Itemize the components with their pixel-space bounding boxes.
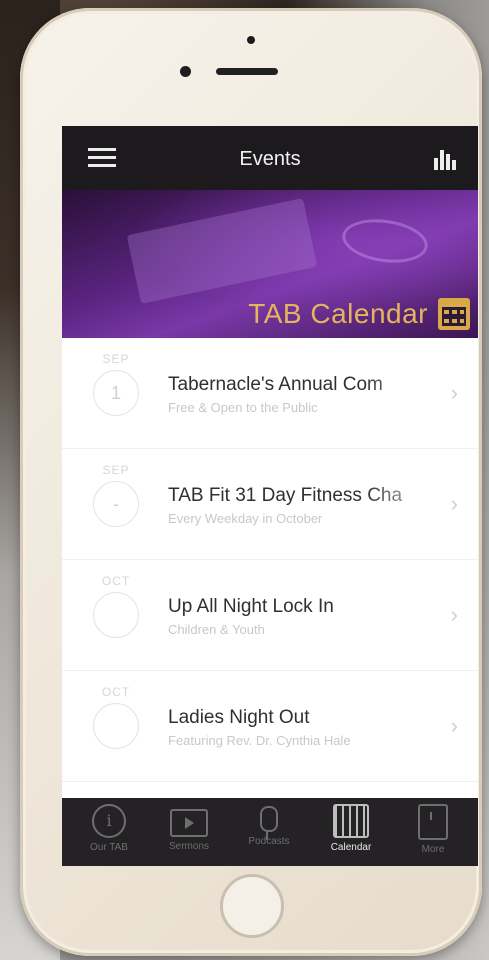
- chevron-right-icon: ›: [450, 713, 458, 738]
- banner-title: TAB Calendar: [248, 298, 428, 329]
- tab-podcasts[interactable]: Podcasts: [230, 804, 308, 864]
- tab-sermons[interactable]: Sermons: [150, 804, 228, 864]
- header-banner: TAB Calendar: [62, 190, 478, 338]
- event-month: SEP: [102, 463, 130, 477]
- microphone-icon: [260, 806, 278, 840]
- event-date: OCT: [84, 574, 148, 644]
- event-month: SEP: [102, 352, 130, 366]
- tab-label: Podcasts: [248, 836, 290, 847]
- event-title: Ladies Night Out: [168, 707, 310, 728]
- event-day: -: [93, 481, 139, 527]
- earpiece-speaker: [216, 68, 278, 75]
- event-title: Tabernacle's Annual Com: [168, 374, 383, 395]
- banner-image-ring: [339, 214, 431, 268]
- tab-label: Calendar: [330, 842, 372, 853]
- video-icon: [170, 809, 208, 837]
- tab-label: More: [421, 844, 445, 855]
- event-subtitle: Children & Youth: [168, 622, 265, 637]
- home-button[interactable]: [220, 874, 284, 938]
- app-screen: Events TAB Calendar SEP 1 Tabernacle's A…: [62, 126, 478, 866]
- event-subtitle: Every Weekday in October: [168, 511, 323, 526]
- event-subtitle: Free & Open to the Public: [168, 400, 318, 415]
- event-item[interactable]: SEP 1 Tabernacle's Annual Com Free & Ope…: [62, 338, 478, 449]
- info-icon: i: [92, 804, 126, 838]
- event-item[interactable]: OCT Ladies Night Out Featuring Rev. Dr. …: [62, 671, 478, 782]
- chevron-right-icon: ›: [450, 380, 458, 405]
- tab-more[interactable]: More: [394, 804, 472, 864]
- event-day: [93, 703, 139, 749]
- event-date: SEP 1: [84, 352, 148, 422]
- event-item[interactable]: SEP - TAB Fit 31 Day Fitness Cha Every W…: [62, 449, 478, 560]
- event-month: OCT: [101, 574, 131, 588]
- chevron-right-icon: ›: [450, 602, 458, 627]
- event-date: SEP -: [84, 463, 148, 533]
- tab-label: Our TAB: [90, 842, 128, 853]
- event-title: Up All Night Lock In: [168, 596, 334, 617]
- event-item[interactable]: OCT Up All Night Lock In Children & Yout…: [62, 560, 478, 671]
- front-camera: [180, 66, 191, 77]
- bottom-tab-bar: i Our TAB Sermons Podcasts Calendar More: [62, 798, 478, 866]
- calendar-icon: [333, 804, 369, 838]
- tab-calendar[interactable]: Calendar: [312, 804, 390, 864]
- banner-image-paper: [126, 198, 318, 304]
- event-title: TAB Fit 31 Day Fitness Cha: [168, 485, 403, 506]
- tab-our-tab[interactable]: i Our TAB: [70, 804, 148, 864]
- event-subtitle: Featuring Rev. Dr. Cynthia Hale: [168, 733, 351, 748]
- navigation-bar: Events: [62, 126, 478, 190]
- event-day: [93, 592, 139, 638]
- tab-label: Sermons: [168, 841, 209, 852]
- page-title: Events: [239, 148, 301, 170]
- events-list: SEP 1 Tabernacle's Annual Com Free & Ope…: [62, 338, 478, 782]
- more-icon: [418, 804, 448, 840]
- event-date: OCT: [84, 685, 148, 755]
- phone-frame: Events TAB Calendar SEP 1 Tabernacle's A…: [20, 8, 482, 956]
- sensor-dot: [247, 36, 255, 44]
- event-month: OCT: [101, 685, 131, 699]
- calendar-icon: [438, 298, 470, 330]
- bar-chart-icon[interactable]: [434, 148, 460, 170]
- event-day: 1: [93, 370, 139, 416]
- chevron-right-icon: ›: [450, 491, 458, 516]
